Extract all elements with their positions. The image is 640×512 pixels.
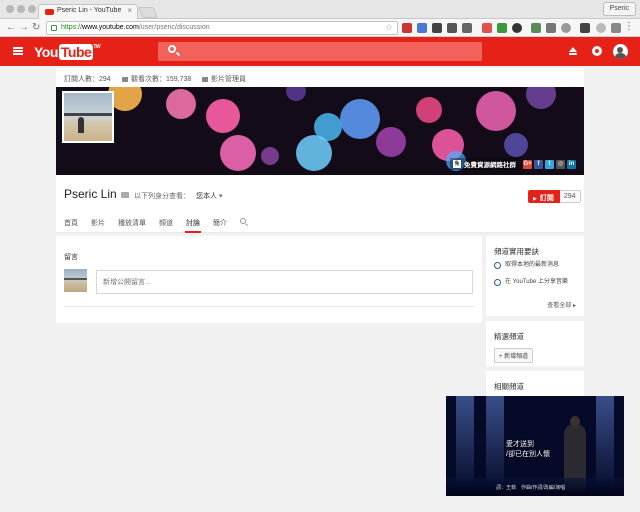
search-input[interactable] (158, 42, 482, 61)
discussion-panel: 留言 (56, 236, 482, 323)
related-channels-card: 相關頻道 (486, 371, 584, 399)
mini-video-player[interactable]: 愛才送到 /卻已在別人懷 詞：王菲 作曲/作詞/改編/演唱 (446, 396, 624, 496)
featured-channels-title: 精選頻道 (494, 332, 524, 341)
see-all-link[interactable]: 查看全部 (547, 300, 576, 309)
subscriber-count-stat: 訂閱人數：294 (64, 76, 111, 83)
view-as-selector[interactable]: 以下列身分查看： 您本人 (134, 191, 222, 201)
browser-tab-bar: Pseric Lin - YouTube × Pseric (0, 0, 640, 19)
guide-menu-icon[interactable] (13, 47, 23, 55)
new-tab-button[interactable] (137, 7, 159, 18)
tab-home[interactable]: 首頁 (64, 217, 78, 233)
notifications-icon[interactable] (592, 46, 602, 56)
tip-share-music[interactable]: 在 YouTube 上分享音樂 (494, 278, 578, 286)
discussion-title: 留言 (64, 254, 78, 261)
lock-icon (51, 25, 57, 31)
extension-icon[interactable] (432, 23, 442, 33)
channel-tabs: 首頁 影片 播放清單 頻道 討論 簡介 (64, 217, 246, 233)
browser-toolbar: ← → ↻ https://www.youtube.com/user/pseri… (0, 19, 640, 37)
extension-icon[interactable] (531, 23, 541, 33)
forward-arrow-icon[interactable]: → (19, 22, 29, 34)
back-arrow-icon[interactable]: ← (6, 22, 16, 34)
browser-tab-title: Pseric Lin - YouTube (57, 7, 122, 14)
url-path: /user/pseric/discussion (138, 24, 210, 31)
extension-icon[interactable] (546, 23, 556, 33)
tab-videos[interactable]: 影片 (91, 217, 105, 233)
search-icon[interactable] (168, 45, 176, 53)
browser-profile-button[interactable]: Pseric (602, 2, 636, 16)
browser-tab[interactable]: Pseric Lin - YouTube × (38, 4, 138, 19)
comment-input[interactable] (96, 270, 473, 294)
channel-badge-icon (120, 191, 129, 198)
subscribe-control[interactable]: 訂閱 294 (528, 190, 581, 203)
channel-header: Pseric Lin 以下列身分查看：您本人 訂閱 294 首頁 影片 播放清單… (56, 175, 584, 233)
tab-about[interactable]: 簡介 (213, 217, 227, 233)
channel-search-icon[interactable] (240, 218, 246, 224)
subscriber-count-badge: 294 (559, 190, 581, 203)
url-scheme: https:// (61, 24, 83, 31)
chart-icon (122, 76, 128, 82)
google-plus-icon[interactable]: G+ (523, 159, 532, 169)
extension-icon[interactable] (512, 23, 522, 33)
video-manager-link[interactable]: 影片管理員 (202, 74, 246, 84)
extension-icon[interactable] (417, 23, 427, 33)
extension-icon[interactable] (402, 23, 412, 33)
url-host: www.youtube.com (82, 24, 139, 31)
channel-tips-title: 頻道實用要訣 (494, 247, 539, 256)
browser-menu-icon[interactable]: ⋮ (624, 22, 634, 32)
view-as-dropdown[interactable]: 您本人 (196, 193, 222, 200)
address-bar[interactable]: https://www.youtube.com/user/pseric/disc… (46, 21, 398, 35)
tip-local-news[interactable]: 取得本地的最新消息 (494, 261, 578, 269)
featured-channels-card: 精選頻道 + 新增頻道 (486, 321, 584, 366)
minimize-window-icon[interactable] (17, 5, 25, 13)
close-tab-icon[interactable]: × (127, 6, 132, 15)
twitter-icon[interactable]: t (545, 159, 554, 169)
site-icon: 免 (453, 160, 461, 168)
close-window-icon[interactable] (6, 5, 14, 13)
extension-icon[interactable] (497, 23, 507, 33)
instagram-icon[interactable]: ◎ (556, 159, 565, 169)
extension-icon[interactable] (482, 23, 492, 33)
channel-name: Pseric Lin (64, 187, 129, 201)
video-subtitle: 愛才送到 /卻已在別人懷 (506, 441, 550, 458)
reload-icon[interactable]: ↻ (32, 22, 40, 34)
tab-channels[interactable]: 頻道 (159, 217, 173, 233)
upload-icon[interactable] (569, 47, 577, 55)
banner-site-link[interactable]: 免免費資源網路社群 (450, 158, 519, 170)
channel-avatar[interactable] (62, 91, 114, 143)
divider (64, 306, 474, 307)
video-credits: 詞：王菲 作曲/作詞/改編/演唱 (496, 485, 566, 491)
channel-banner: 免免費資源網路社群 G+ f t ◎ in (56, 87, 584, 175)
linkedin-icon[interactable]: in (567, 159, 576, 169)
view-count-stat: 觀看次數：159,738 (122, 74, 191, 84)
extension-icon[interactable] (447, 23, 457, 33)
extension-icon[interactable] (462, 23, 472, 33)
account-avatar[interactable] (613, 44, 628, 59)
add-channel-button[interactable]: + 新增頻道 (494, 348, 534, 363)
extension-icon[interactable] (580, 23, 590, 33)
tab-discussion[interactable]: 討論 (185, 217, 201, 233)
bookmark-star-icon[interactable]: ☆ (385, 22, 393, 33)
channel-tips-card: 頻道實用要訣 取得本地的最新消息 在 YouTube 上分享音樂 查看全部 (486, 236, 584, 316)
banner-links: 免免費資源網路社群 G+ f t ◎ in (450, 158, 576, 170)
extension-icon[interactable] (561, 23, 571, 33)
channel-stats-bar: 訂閱人數：294 觀看次數：159,738 影片管理員 (56, 68, 584, 87)
extension-icon[interactable] (596, 23, 606, 33)
related-channels-title: 相關頻道 (494, 382, 524, 391)
youtube-masthead: You Tube TW (0, 37, 640, 66)
tab-playlists[interactable]: 播放清單 (118, 217, 146, 233)
maximize-window-icon[interactable] (28, 5, 36, 13)
youtube-favicon-icon (45, 9, 54, 15)
youtube-logo[interactable]: You Tube TW (34, 44, 101, 60)
extension-icon[interactable] (611, 23, 621, 33)
facebook-icon[interactable]: f (534, 159, 543, 169)
subscribe-button[interactable]: 訂閱 (528, 190, 560, 203)
video-manager-icon (202, 76, 208, 82)
avatar (64, 269, 87, 292)
